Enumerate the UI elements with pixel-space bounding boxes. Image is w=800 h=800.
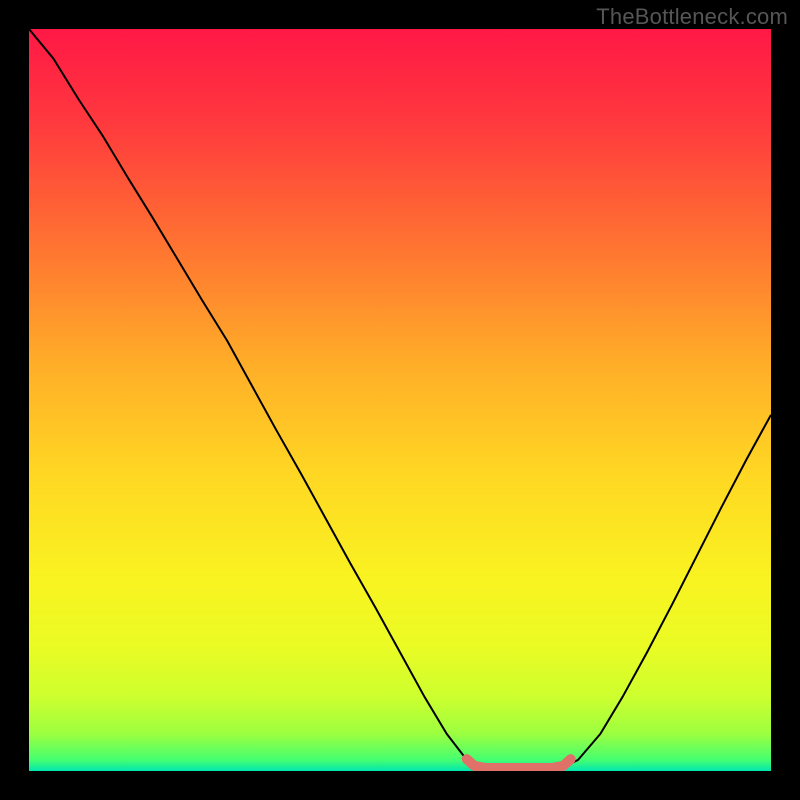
curve-layer <box>29 29 771 771</box>
chart-frame: TheBottleneck.com <box>0 0 800 800</box>
bottleneck-curve <box>29 29 771 771</box>
optimal-range-marker <box>467 759 571 768</box>
plot-area <box>29 29 771 771</box>
watermark-text: TheBottleneck.com <box>596 4 788 30</box>
